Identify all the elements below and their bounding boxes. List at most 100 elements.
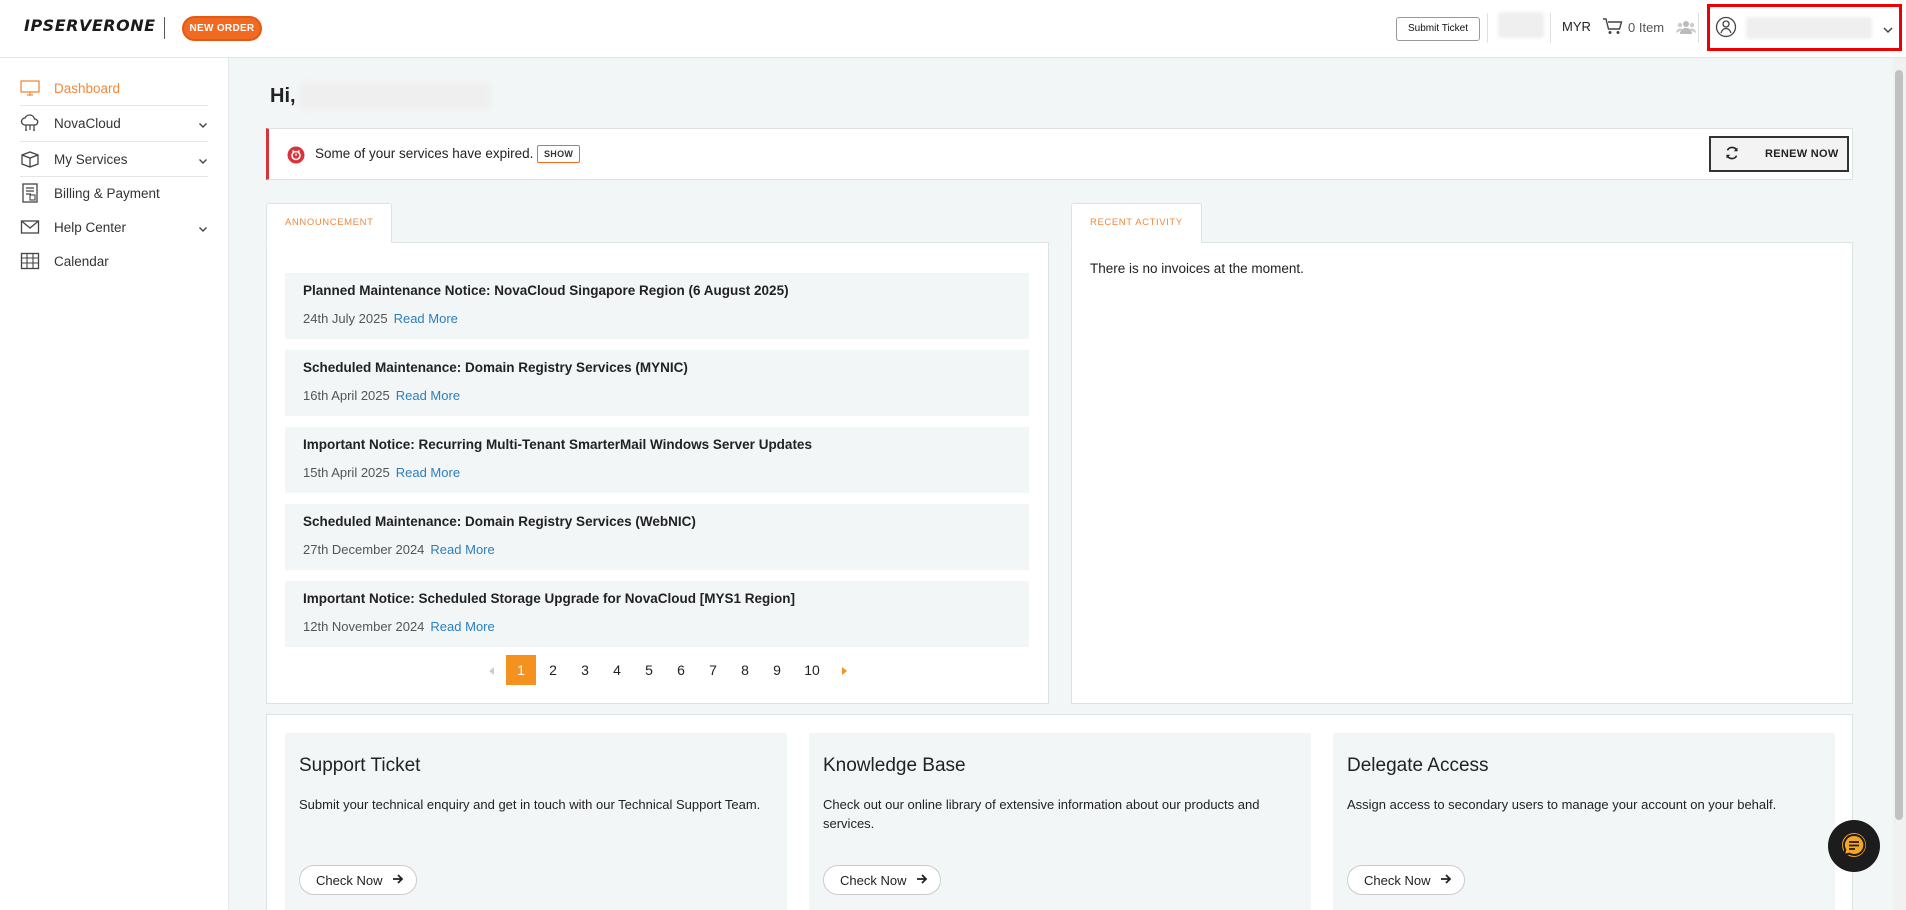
announcement-title[interactable]: Scheduled Maintenance: Domain Registry S… bbox=[303, 514, 696, 529]
card-title: Support Ticket bbox=[299, 755, 421, 776]
page-button[interactable]: 5 bbox=[633, 655, 665, 685]
read-more-link[interactable]: Read More bbox=[430, 619, 494, 634]
tab-announcement[interactable]: ANNOUNCEMENT bbox=[266, 203, 393, 243]
user-icon bbox=[1715, 16, 1737, 41]
chevron-down-icon[interactable] bbox=[1882, 21, 1894, 37]
read-more-link[interactable]: Read More bbox=[396, 465, 460, 480]
announcement-panel: Planned Maintenance Notice: NovaCloud Si… bbox=[266, 242, 1049, 704]
card-title: Delegate Access bbox=[1347, 755, 1489, 776]
receipt-icon bbox=[20, 183, 40, 203]
alert-icon bbox=[287, 146, 305, 167]
announcement-meta: 27th December 2024 Read More bbox=[303, 542, 495, 557]
redacted-account-name bbox=[1746, 17, 1872, 39]
page-scrollbar[interactable] bbox=[1893, 58, 1906, 910]
logo[interactable]: IPSERVERONE bbox=[24, 16, 156, 35]
scrollbar-thumb[interactable] bbox=[1895, 70, 1903, 820]
show-expired-button[interactable]: SHOW bbox=[537, 145, 581, 163]
sidebar-item-my-services[interactable]: My Services bbox=[20, 142, 208, 176]
redacted-credit-balance bbox=[1498, 12, 1544, 38]
list-item: Planned Maintenance Notice: NovaCloud Si… bbox=[285, 273, 1029, 339]
page-button[interactable]: 7 bbox=[697, 655, 729, 685]
announcement-date: 16th April 2025 bbox=[303, 388, 390, 403]
chevron-down-icon bbox=[198, 117, 208, 132]
support-ticket-card: Support Ticket Submit your technical enq… bbox=[285, 733, 787, 910]
header-divider bbox=[1487, 13, 1488, 43]
alert-text: Some of your services have expired. bbox=[315, 146, 534, 161]
arrow-right-icon bbox=[1440, 873, 1452, 888]
page-button[interactable]: 1 bbox=[506, 655, 536, 685]
announcement-date: 27th December 2024 bbox=[303, 542, 425, 557]
page-button[interactable]: 3 bbox=[569, 655, 601, 685]
announcement-meta: 16th April 2025 Read More bbox=[303, 388, 460, 403]
page-button[interactable]: 8 bbox=[729, 655, 761, 685]
submit-ticket-button[interactable]: Submit Ticket bbox=[1396, 17, 1480, 41]
new-order-button[interactable]: NEW ORDER bbox=[182, 16, 262, 41]
sidebar-item-calendar[interactable]: Calendar bbox=[20, 244, 208, 278]
calendar-icon bbox=[20, 251, 40, 271]
announcement-title[interactable]: Scheduled Maintenance: Domain Registry S… bbox=[303, 360, 688, 375]
recent-activity-panel: There is no invoices at the moment. bbox=[1071, 242, 1853, 704]
prev-page-icon[interactable] bbox=[479, 655, 505, 685]
logo-divider bbox=[164, 17, 165, 39]
chevron-down-icon bbox=[198, 221, 208, 236]
next-page-icon[interactable] bbox=[831, 655, 857, 685]
greeting-text: Hi, bbox=[270, 84, 296, 107]
announcement-date: 15th April 2025 bbox=[303, 465, 390, 480]
sidebar-item-label: Billing & Payment bbox=[54, 185, 160, 201]
announcement-meta: 12th November 2024 Read More bbox=[303, 619, 495, 634]
announcement-title[interactable]: Important Notice: Scheduled Storage Upgr… bbox=[303, 591, 795, 606]
sidebar-item-novacloud[interactable]: NovaCloud bbox=[20, 106, 208, 140]
tab-recent-activity[interactable]: RECENT ACTIVITY bbox=[1071, 203, 1202, 243]
arrow-right-icon bbox=[916, 873, 928, 888]
card-title: Knowledge Base bbox=[823, 755, 966, 776]
button-label: Check Now bbox=[1364, 872, 1431, 888]
list-item: Scheduled Maintenance: Domain Registry S… bbox=[285, 504, 1029, 570]
sidebar-item-billing[interactable]: Billing & Payment bbox=[20, 176, 208, 210]
sidebar-item-label: Calendar bbox=[54, 253, 109, 269]
redacted-user-name bbox=[299, 82, 490, 110]
announcement-date: 24th July 2025 bbox=[303, 311, 388, 326]
check-now-button[interactable]: Check Now bbox=[1347, 865, 1466, 895]
renew-now-button[interactable]: RENEW NOW bbox=[1709, 136, 1849, 172]
users-icon[interactable] bbox=[1676, 19, 1696, 38]
sidebar-item-label: NovaCloud bbox=[54, 115, 121, 131]
chat-icon bbox=[1839, 830, 1869, 863]
sidebar-item-label: Help Center bbox=[54, 219, 127, 235]
announcement-meta: 15th April 2025 Read More bbox=[303, 465, 460, 480]
monitor-icon bbox=[20, 78, 40, 98]
check-now-button[interactable]: Check Now bbox=[299, 865, 418, 895]
sidebar-item-dashboard[interactable]: Dashboard bbox=[20, 71, 208, 105]
box-icon bbox=[20, 149, 40, 169]
button-label: Check Now bbox=[840, 872, 907, 888]
sidebar-item-label: Dashboard bbox=[54, 80, 121, 96]
empty-state-text: There is no invoices at the moment. bbox=[1090, 261, 1304, 276]
page-button[interactable]: 10 bbox=[793, 655, 831, 685]
live-chat-button[interactable] bbox=[1828, 820, 1880, 872]
cart-icon bbox=[1602, 17, 1624, 38]
arrow-right-icon bbox=[392, 873, 404, 888]
pagination: 1 2 3 4 5 6 7 8 9 10 bbox=[479, 655, 857, 685]
sidebar: Dashboard NovaCloud My Services Billing … bbox=[0, 58, 229, 910]
page-button[interactable]: 6 bbox=[665, 655, 697, 685]
list-item: Important Notice: Recurring Multi-Tenant… bbox=[285, 427, 1029, 493]
read-more-link[interactable]: Read More bbox=[396, 388, 460, 403]
page-button[interactable]: 2 bbox=[537, 655, 569, 685]
expired-services-alert: Some of your services have expired. SHOW… bbox=[266, 128, 1853, 180]
page-button[interactable]: 9 bbox=[761, 655, 793, 685]
announcement-date: 12th November 2024 bbox=[303, 619, 425, 634]
cart-button[interactable]: 0 Item bbox=[1602, 17, 1664, 38]
check-now-button[interactable]: Check Now bbox=[823, 865, 942, 895]
sidebar-item-help-center[interactable]: Help Center bbox=[20, 210, 208, 244]
announcement-title[interactable]: Important Notice: Recurring Multi-Tenant… bbox=[303, 437, 812, 452]
card-description: Assign access to secondary users to mana… bbox=[1347, 797, 1777, 812]
read-more-link[interactable]: Read More bbox=[394, 311, 458, 326]
mail-icon bbox=[20, 217, 40, 237]
announcement-meta: 24th July 2025 Read More bbox=[303, 311, 458, 326]
announcement-title[interactable]: Planned Maintenance Notice: NovaCloud Si… bbox=[303, 283, 789, 298]
page-button[interactable]: 4 bbox=[601, 655, 633, 685]
card-description: Submit your technical enquiry and get in… bbox=[299, 797, 761, 812]
currency-selector[interactable]: MYR bbox=[1562, 19, 1591, 34]
button-label: Check Now bbox=[316, 872, 383, 888]
read-more-link[interactable]: Read More bbox=[430, 542, 494, 557]
refresh-icon bbox=[1725, 146, 1739, 163]
